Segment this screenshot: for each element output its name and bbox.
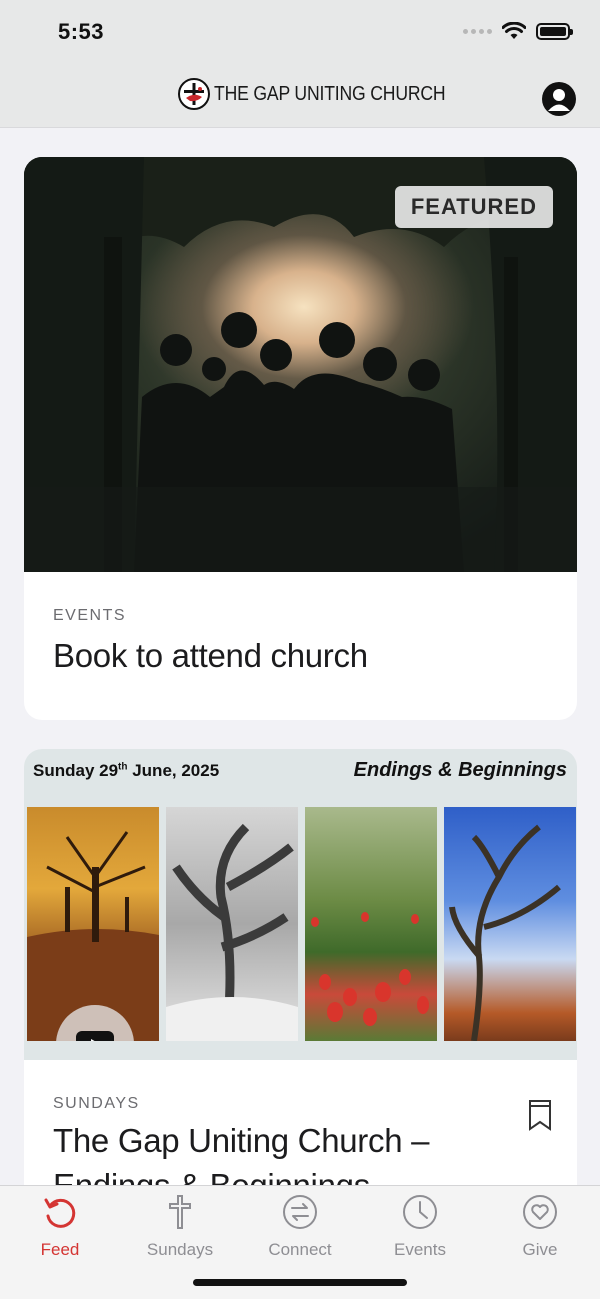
connect-arrows-icon (282, 1192, 318, 1232)
tab-label: Events (394, 1240, 446, 1259)
tab-sundays[interactable]: Sundays (120, 1186, 240, 1266)
tab-connect[interactable]: Connect (240, 1186, 360, 1266)
tab-label: Feed (40, 1240, 80, 1259)
card-category: SUNDAYS (53, 1095, 140, 1112)
bookmark-icon (529, 1100, 551, 1131)
youtube-play-icon (76, 1031, 114, 1041)
banner-date-suffix: th (118, 761, 128, 773)
battery-icon (536, 22, 573, 40)
sermon-banner: Sunday 29th June, 2025 Endings & Beginni… (24, 749, 577, 1060)
banner-photo-strip (27, 807, 576, 1041)
featured-event-card[interactable]: FEATURED EVENTS Book to attend church (24, 157, 577, 720)
cellular-signal-icon (463, 28, 492, 34)
church-brand: THE GAP UNITING CHURCH (178, 78, 477, 110)
tab-events[interactable]: Events (360, 1186, 480, 1266)
cross-icon (167, 1192, 193, 1232)
banner-date-rest: June, 2025 (127, 761, 220, 780)
person-circle-icon (548, 89, 570, 111)
heart-icon (522, 1192, 558, 1232)
wifi-icon (502, 22, 526, 39)
banner-series-title: Endings & Beginnings (353, 759, 567, 781)
tab-label: Sundays (146, 1240, 214, 1259)
app-header: 5:53 THE GAP UNITING CHURCH (0, 0, 600, 128)
status-icons (463, 22, 573, 40)
banner-date: Sunday 29th June, 2025 (33, 761, 219, 781)
card-title: The Gap Uniting Church – (53, 1122, 430, 1159)
autumn-trees-photo (27, 807, 159, 1041)
tab-label: Connect (268, 1240, 332, 1259)
clock-icon (402, 1192, 438, 1232)
feed-list[interactable]: FEATURED EVENTS Book to attend church Su… (0, 128, 600, 1188)
featured-badge: FEATURED (394, 186, 553, 228)
sunday-service-card[interactable]: Sunday 29th June, 2025 Endings & Beginni… (24, 749, 577, 1188)
feed-refresh-icon (42, 1192, 78, 1232)
tab-give[interactable]: Give (480, 1186, 600, 1266)
snow-tree-photo (166, 807, 298, 1041)
profile-button[interactable] (542, 82, 576, 116)
tab-label: Give (522, 1240, 558, 1259)
uniting-church-logo-icon (178, 78, 210, 110)
tab-feed[interactable]: Feed (0, 1186, 120, 1266)
tulips-photo (305, 807, 437, 1041)
card-category: EVENTS (53, 607, 127, 624)
banner-date-day: Sunday 29 (33, 761, 119, 780)
app-title: THE GAP UNITING CHURCH (214, 82, 446, 105)
status-time: 5:53 (58, 19, 105, 44)
card-title: Book to attend church (53, 637, 368, 674)
bookmark-button[interactable] (527, 1099, 553, 1136)
home-indicator[interactable] (193, 1279, 407, 1286)
featured-image: FEATURED (24, 157, 577, 572)
bare-tree-photo (444, 807, 576, 1041)
